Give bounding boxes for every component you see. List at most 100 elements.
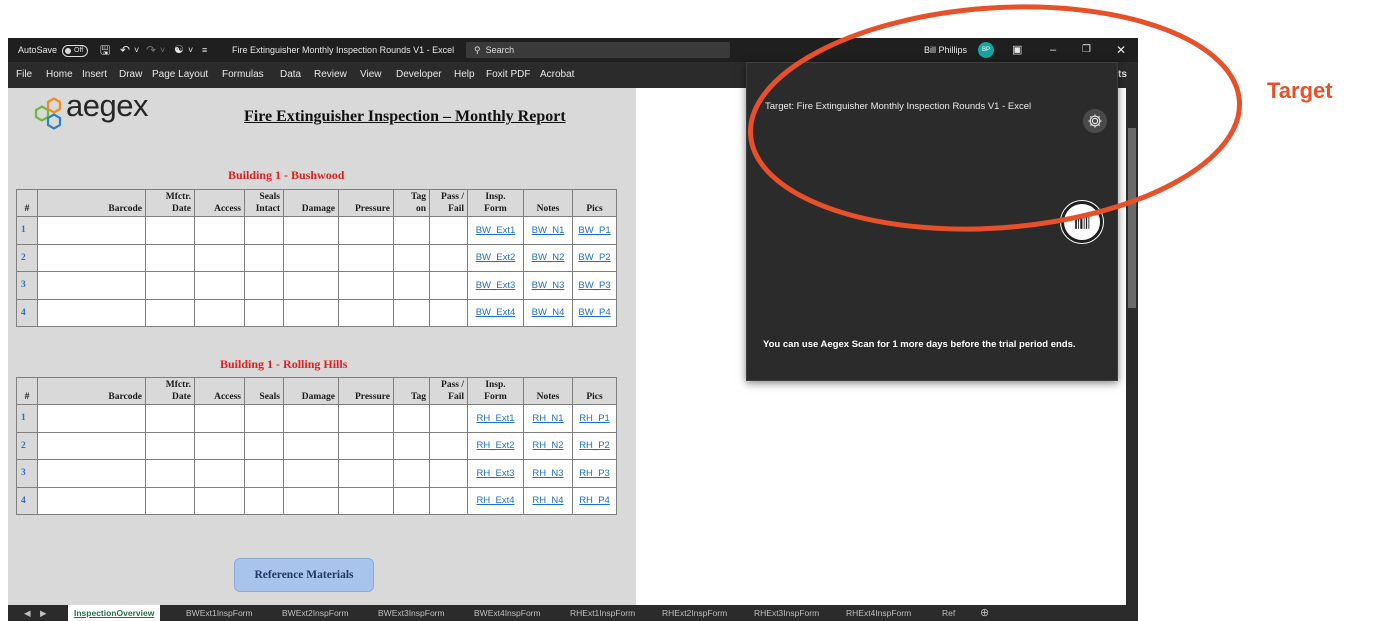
tab-file[interactable]: File — [16, 62, 32, 88]
tab-page-layout[interactable]: Page Layout — [152, 62, 208, 88]
seals-cell[interactable] — [244, 431, 284, 460]
insp-form-link[interactable]: RH_Ext2 — [467, 431, 524, 460]
touch-dropdown-icon[interactable]: ˅ — [188, 38, 193, 62]
pass-fail-cell[interactable] — [429, 243, 468, 272]
seals-cell[interactable] — [244, 459, 284, 488]
tab-home[interactable]: Home — [46, 62, 73, 88]
seals-cell[interactable] — [244, 271, 284, 300]
pass-fail-cell[interactable] — [429, 431, 468, 460]
sheet-prev-icon[interactable]: ◀ — [24, 605, 31, 621]
tab-developer[interactable]: Developer — [396, 62, 442, 88]
mfctr-date-cell[interactable] — [145, 431, 195, 460]
barcode-cell[interactable] — [37, 459, 146, 488]
damage-cell[interactable] — [283, 459, 339, 488]
tag-cell[interactable] — [393, 216, 430, 245]
access-cell[interactable] — [194, 271, 245, 300]
pics-link[interactable]: BW_P3 — [572, 271, 617, 300]
mfctr-date-cell[interactable] — [145, 243, 195, 272]
notes-link[interactable]: RH_N2 — [523, 431, 573, 460]
access-cell[interactable] — [194, 431, 245, 460]
access-cell[interactable] — [194, 298, 245, 327]
pics-link[interactable]: BW_P4 — [572, 298, 617, 327]
sheet-tab-rhext1[interactable]: RHExt1InspForm — [570, 605, 635, 621]
insp-form-link[interactable]: BW_Ext1 — [467, 216, 524, 245]
damage-cell[interactable] — [283, 431, 339, 460]
tab-view[interactable]: View — [360, 62, 382, 88]
tag-cell[interactable] — [393, 404, 430, 433]
pass-fail-cell[interactable] — [429, 298, 468, 327]
barcode-cell[interactable] — [37, 486, 146, 515]
insp-form-link[interactable]: BW_Ext2 — [467, 243, 524, 272]
damage-cell[interactable] — [283, 243, 339, 272]
tab-draw[interactable]: Draw — [119, 62, 142, 88]
undo-icon[interactable]: ↶ — [120, 38, 130, 62]
notes-link[interactable]: BW_N4 — [523, 298, 573, 327]
seals-cell[interactable] — [244, 486, 284, 515]
sheet-tab-rhext3[interactable]: RHExt3InspForm — [754, 605, 819, 621]
tab-foxit-pdf[interactable]: Foxit PDF — [486, 62, 530, 88]
damage-cell[interactable] — [283, 216, 339, 245]
add-sheet-icon[interactable]: ⊕ — [980, 605, 989, 621]
tab-review[interactable]: Review — [314, 62, 347, 88]
pics-link[interactable]: RH_P4 — [572, 486, 617, 515]
damage-cell[interactable] — [283, 404, 339, 433]
sheet-tab-bwext4[interactable]: BWExt4InspForm — [474, 605, 541, 621]
pics-link[interactable]: RH_P2 — [572, 431, 617, 460]
barcode-cell[interactable] — [37, 298, 146, 327]
pressure-cell[interactable] — [338, 486, 394, 515]
insp-form-link[interactable]: RH_Ext1 — [467, 404, 524, 433]
autosave-toggle[interactable]: Off — [62, 38, 88, 62]
pass-fail-cell[interactable] — [429, 486, 468, 515]
mfctr-date-cell[interactable] — [145, 459, 195, 488]
sheet-tab-bwext2[interactable]: BWExt2InspForm — [282, 605, 349, 621]
reference-materials-button[interactable]: Reference Materials — [234, 558, 374, 592]
tag-cell[interactable] — [393, 486, 430, 515]
sheet-tab-ref[interactable]: Ref — [942, 605, 955, 621]
customize-qat-icon[interactable]: ≡ — [202, 38, 207, 62]
sheet-tab-bwext1[interactable]: BWExt1InspForm — [186, 605, 253, 621]
sheet-next-icon[interactable]: ▶ — [40, 605, 47, 621]
notes-link[interactable]: RH_N1 — [523, 404, 573, 433]
seals-cell[interactable] — [244, 404, 284, 433]
tab-formulas[interactable]: Formulas — [222, 62, 264, 88]
insp-form-link[interactable]: BW_Ext3 — [467, 271, 524, 300]
notes-link[interactable]: RH_N4 — [523, 486, 573, 515]
search-input[interactable]: ⚲ Search — [466, 42, 730, 58]
sheet-tab-bwext3[interactable]: BWExt3InspForm — [378, 605, 445, 621]
access-cell[interactable] — [194, 243, 245, 272]
worksheet-area[interactable] — [8, 88, 636, 605]
damage-cell[interactable] — [283, 271, 339, 300]
pass-fail-cell[interactable] — [429, 459, 468, 488]
pressure-cell[interactable] — [338, 431, 394, 460]
mfctr-date-cell[interactable] — [145, 216, 195, 245]
notes-link[interactable]: BW_N2 — [523, 243, 573, 272]
pass-fail-cell[interactable] — [429, 404, 468, 433]
mfctr-date-cell[interactable] — [145, 298, 195, 327]
tag-cell[interactable] — [393, 459, 430, 488]
notes-link[interactable]: BW_N1 — [523, 216, 573, 245]
notes-link[interactable]: BW_N3 — [523, 271, 573, 300]
save-icon[interactable]: 🖫 — [100, 38, 110, 62]
tab-help[interactable]: Help — [454, 62, 475, 88]
mfctr-date-cell[interactable] — [145, 486, 195, 515]
barcode-cell[interactable] — [37, 404, 146, 433]
pics-link[interactable]: RH_P3 — [572, 459, 617, 488]
redo-dropdown-icon[interactable]: ˅ — [160, 38, 165, 62]
access-cell[interactable] — [194, 459, 245, 488]
insp-form-link[interactable]: RH_Ext4 — [467, 486, 524, 515]
damage-cell[interactable] — [283, 298, 339, 327]
pics-link[interactable]: RH_P1 — [572, 404, 617, 433]
pass-fail-cell[interactable] — [429, 271, 468, 300]
damage-cell[interactable] — [283, 486, 339, 515]
mfctr-date-cell[interactable] — [145, 404, 195, 433]
insp-form-link[interactable]: RH_Ext3 — [467, 459, 524, 488]
mfctr-date-cell[interactable] — [145, 271, 195, 300]
barcode-cell[interactable] — [37, 431, 146, 460]
pics-link[interactable]: BW_P1 — [572, 216, 617, 245]
tag-cell[interactable] — [393, 431, 430, 460]
access-cell[interactable] — [194, 216, 245, 245]
access-cell[interactable] — [194, 404, 245, 433]
tab-acrobat[interactable]: Acrobat — [540, 62, 574, 88]
tag-cell[interactable] — [393, 298, 430, 327]
barcode-cell[interactable] — [37, 243, 146, 272]
